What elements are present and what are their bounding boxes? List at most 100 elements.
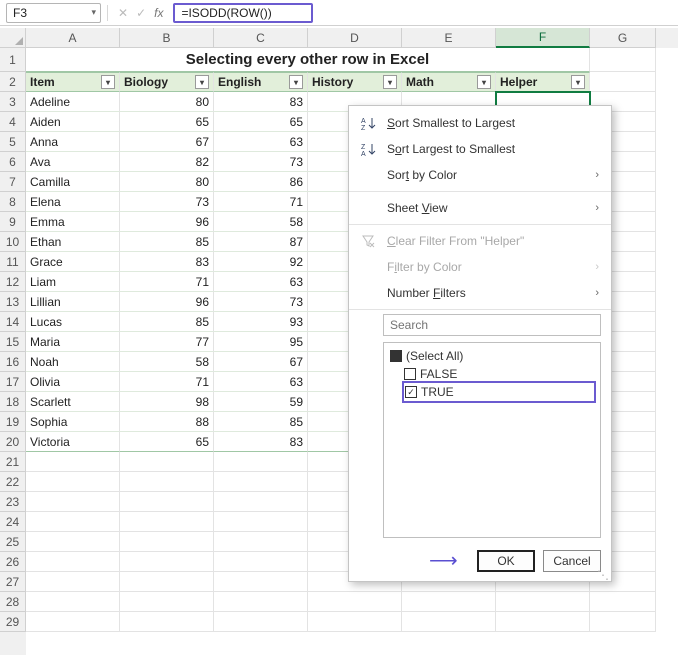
cell-english[interactable]: 65 — [214, 112, 308, 132]
cell-item[interactable]: Aiden — [26, 112, 120, 132]
cell-biology[interactable]: 82 — [120, 152, 214, 172]
cell-item[interactable]: Lillian — [26, 292, 120, 312]
filter-button-icon[interactable]: ▾ — [477, 75, 491, 89]
cell-english[interactable]: 71 — [214, 192, 308, 212]
resize-grip-icon[interactable] — [598, 568, 608, 578]
filter-button-icon[interactable]: ▾ — [195, 75, 209, 89]
cell-english[interactable]: 73 — [214, 152, 308, 172]
cell-english[interactable]: 83 — [214, 432, 308, 452]
cell-empty[interactable] — [214, 572, 308, 592]
enter-icon[interactable]: ✓ — [136, 6, 146, 20]
sort-by-color[interactable]: Sort by Color › — [349, 162, 611, 188]
cell-empty[interactable] — [590, 592, 656, 612]
cell-empty[interactable] — [26, 512, 120, 532]
cell-english[interactable]: 92 — [214, 252, 308, 272]
cell-empty[interactable] — [120, 532, 214, 552]
table-header-helper[interactable]: Helper▾ — [496, 72, 590, 92]
cell-empty[interactable] — [308, 592, 402, 612]
cell-english[interactable]: 63 — [214, 132, 308, 152]
cell-empty[interactable] — [120, 592, 214, 612]
cell-english[interactable]: 95 — [214, 332, 308, 352]
cell-item[interactable]: Camilla — [26, 172, 120, 192]
cell-empty[interactable] — [26, 572, 120, 592]
filter-button-icon[interactable]: ▾ — [101, 75, 115, 89]
cell-english[interactable]: 73 — [214, 292, 308, 312]
cell-biology[interactable]: 85 — [120, 232, 214, 252]
cell-item[interactable]: Lucas — [26, 312, 120, 332]
table-header-item[interactable]: Item▾ — [26, 72, 120, 92]
checkbox-checked-icon[interactable] — [405, 386, 417, 398]
cell-biology[interactable]: 83 — [120, 252, 214, 272]
cell-item[interactable]: Sophia — [26, 412, 120, 432]
row-header-5[interactable]: 5 — [0, 132, 26, 152]
cell-empty[interactable] — [214, 532, 308, 552]
row-header-13[interactable]: 13 — [0, 292, 26, 312]
cell-item[interactable]: Maria — [26, 332, 120, 352]
cell-item[interactable]: Elena — [26, 192, 120, 212]
cell-biology[interactable]: 88 — [120, 412, 214, 432]
row-header-4[interactable]: 4 — [0, 112, 26, 132]
row-header-15[interactable]: 15 — [0, 332, 26, 352]
filter-option-false[interactable]: FALSE — [390, 365, 594, 383]
cell-empty[interactable] — [496, 592, 590, 612]
cell-empty[interactable] — [26, 592, 120, 612]
column-header-G[interactable]: G — [590, 28, 656, 48]
row-header-23[interactable]: 23 — [0, 492, 26, 512]
cell-biology[interactable]: 65 — [120, 432, 214, 452]
column-header-D[interactable]: D — [308, 28, 402, 48]
cancel-icon[interactable]: ✕ — [118, 6, 128, 20]
row-header-26[interactable]: 26 — [0, 552, 26, 572]
cell-item[interactable]: Noah — [26, 352, 120, 372]
row-header-7[interactable]: 7 — [0, 172, 26, 192]
cell-empty[interactable] — [26, 452, 120, 472]
select-all-corner[interactable] — [0, 28, 26, 48]
row-header-25[interactable]: 25 — [0, 532, 26, 552]
cell-item[interactable]: Emma — [26, 212, 120, 232]
cell-english[interactable]: 83 — [214, 92, 308, 112]
cell-item[interactable]: Olivia — [26, 372, 120, 392]
cell-english[interactable]: 85 — [214, 412, 308, 432]
title-cell[interactable]: Selecting every other row in Excel — [26, 48, 590, 72]
column-header-C[interactable]: C — [214, 28, 308, 48]
cell-biology[interactable]: 77 — [120, 332, 214, 352]
number-filters[interactable]: Number Filters › — [349, 280, 611, 306]
cell-item[interactable]: Scarlett — [26, 392, 120, 412]
row-header-22[interactable]: 22 — [0, 472, 26, 492]
cell-empty[interactable] — [26, 552, 120, 572]
cell-english[interactable]: 63 — [214, 272, 308, 292]
filter-button-icon[interactable]: ▾ — [289, 75, 303, 89]
cell-empty[interactable] — [402, 592, 496, 612]
sort-descending[interactable]: ZA Sort Largest to Smallest — [349, 136, 611, 162]
cell-empty[interactable] — [120, 552, 214, 572]
cell-item[interactable]: Grace — [26, 252, 120, 272]
cell-empty[interactable] — [26, 492, 120, 512]
cell-biology[interactable]: 71 — [120, 372, 214, 392]
cell-biology[interactable]: 96 — [120, 212, 214, 232]
cell-empty[interactable] — [120, 572, 214, 592]
row-header-20[interactable]: 20 — [0, 432, 26, 452]
cell-empty[interactable] — [26, 532, 120, 552]
row-header-28[interactable]: 28 — [0, 592, 26, 612]
row-header-18[interactable]: 18 — [0, 392, 26, 412]
row-header-11[interactable]: 11 — [0, 252, 26, 272]
cell-item[interactable]: Liam — [26, 272, 120, 292]
row-header-1[interactable]: 1 — [0, 48, 26, 72]
cell-biology[interactable]: 67 — [120, 132, 214, 152]
row-header-27[interactable]: 27 — [0, 572, 26, 592]
cell-empty[interactable] — [120, 472, 214, 492]
cell-biology[interactable]: 85 — [120, 312, 214, 332]
row-header-6[interactable]: 6 — [0, 152, 26, 172]
cell-biology[interactable]: 58 — [120, 352, 214, 372]
cell-biology[interactable]: 73 — [120, 192, 214, 212]
table-header-math[interactable]: Math▾ — [402, 72, 496, 92]
cell-empty[interactable] — [120, 492, 214, 512]
cell-empty[interactable] — [590, 612, 656, 632]
cell-empty[interactable] — [120, 452, 214, 472]
cell-G2[interactable] — [590, 72, 656, 92]
row-header-9[interactable]: 9 — [0, 212, 26, 232]
row-header-17[interactable]: 17 — [0, 372, 26, 392]
cell-biology[interactable]: 98 — [120, 392, 214, 412]
cell-item[interactable]: Anna — [26, 132, 120, 152]
cancel-button[interactable]: Cancel — [543, 550, 601, 572]
cell-empty[interactable] — [214, 552, 308, 572]
